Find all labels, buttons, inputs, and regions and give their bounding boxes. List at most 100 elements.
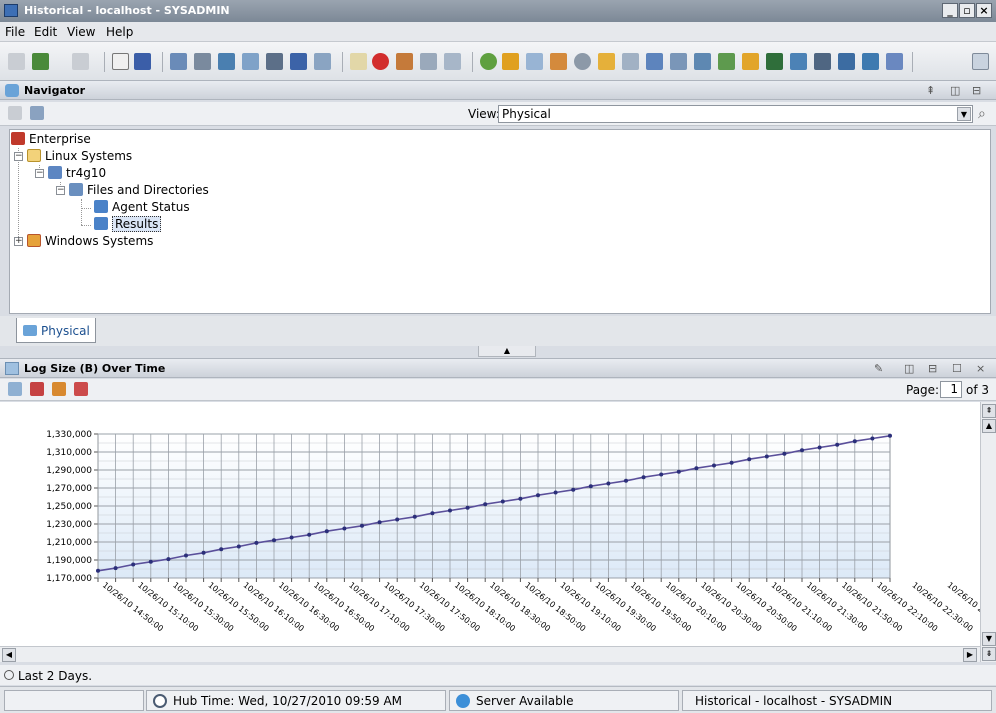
data-point xyxy=(641,475,646,480)
terminal-view-icon[interactable] xyxy=(766,53,783,70)
chart-panel-header: Log Size (B) Over Time ✎ ◫ ⊟ ☐ × xyxy=(0,358,996,378)
close-button[interactable]: × xyxy=(976,3,992,18)
vertical-scrollbar[interactable]: ⇞ ▲ ▼ ⇟ xyxy=(980,402,996,662)
tab-physical[interactable]: Physical xyxy=(16,318,96,343)
timeline-icon[interactable] xyxy=(838,53,855,70)
scroll-bottom-icon[interactable]: ⇟ xyxy=(982,647,996,661)
menu-help[interactable]: Help xyxy=(106,25,133,39)
back-arrow-icon[interactable] xyxy=(32,53,49,70)
splitter[interactable]: ▲ xyxy=(0,346,996,358)
tree-item-agent-status[interactable]: Agent Status xyxy=(94,200,190,217)
view-select[interactable]: Physical ▼ xyxy=(498,105,973,123)
workspace-icon[interactable] xyxy=(242,53,259,70)
link-view-icon[interactable] xyxy=(74,382,88,396)
y-tick-label: 1,230,000 xyxy=(46,520,92,530)
browser-icon[interactable] xyxy=(790,53,807,70)
data-point xyxy=(536,493,540,498)
plot-chart-icon[interactable] xyxy=(526,53,543,70)
x-tick-label: 10/26/10 15:30:00 xyxy=(171,580,235,633)
menu-edit[interactable]: Edit xyxy=(34,25,57,39)
formula-icon[interactable] xyxy=(52,382,66,396)
common-event-icon[interactable] xyxy=(862,53,879,70)
menu-file[interactable]: File xyxy=(5,25,25,39)
navigator-title: Navigator xyxy=(24,84,86,97)
new-document-icon[interactable] xyxy=(112,53,129,70)
minimize-button[interactable]: _ xyxy=(942,3,958,18)
properties-icon[interactable] xyxy=(170,53,187,70)
link-icon[interactable] xyxy=(218,53,235,70)
data-point xyxy=(588,484,593,489)
split-horizontal-icon[interactable]: ⊟ xyxy=(928,362,937,375)
data-point xyxy=(764,454,769,459)
split-horizontal-icon[interactable]: ⊟ xyxy=(972,84,981,97)
enterprise-icon xyxy=(11,132,25,145)
notepad-icon[interactable] xyxy=(622,53,639,70)
refresh-icon[interactable] xyxy=(396,53,413,70)
tree-item-files-directories[interactable]: Files and Directories xyxy=(69,183,209,200)
navigator-tree: Enterprise − Linux Systems − tr4g10 − Fi… xyxy=(9,129,991,314)
pause-icon[interactable] xyxy=(350,53,367,70)
folder-alert-icon xyxy=(27,234,41,247)
time-span-icon[interactable] xyxy=(30,382,44,396)
view-properties-icon[interactable] xyxy=(8,382,22,396)
tree-item-host[interactable]: tr4g10 xyxy=(48,166,106,183)
expand-host-icon[interactable]: − xyxy=(35,169,44,178)
split-vertical-icon[interactable]: ◫ xyxy=(904,362,914,375)
terminal-icon[interactable] xyxy=(290,53,307,70)
take-action-icon[interactable] xyxy=(742,53,759,70)
chevron-down-icon[interactable]: ▼ xyxy=(957,107,971,121)
message-log-icon[interactable] xyxy=(670,53,687,70)
restore-view-icon[interactable] xyxy=(972,53,989,70)
thermometer-icon[interactable] xyxy=(598,53,615,70)
calculator-icon[interactable] xyxy=(420,53,437,70)
chevron-up-icon[interactable]: ▲ xyxy=(478,346,536,357)
search-icon[interactable]: ⌕ xyxy=(978,106,986,122)
scroll-down-icon[interactable]: ▼ xyxy=(982,632,996,646)
edit-icon[interactable] xyxy=(194,53,211,70)
tree-item-linux-systems[interactable]: Linux Systems xyxy=(27,149,132,166)
topology-icon[interactable] xyxy=(814,53,831,70)
home-icon[interactable] xyxy=(8,53,25,70)
tree-item-results[interactable]: Results xyxy=(94,216,162,234)
page-input[interactable]: 1 xyxy=(940,381,962,398)
close-icon[interactable]: × xyxy=(976,362,985,375)
horizontal-scrollbar[interactable]: ◀ ▶ xyxy=(0,646,980,662)
expand-windows-icon[interactable]: + xyxy=(14,237,23,246)
tivoli-icon[interactable] xyxy=(886,53,903,70)
area-chart-icon[interactable] xyxy=(550,53,567,70)
expand-files-icon[interactable]: − xyxy=(56,186,65,195)
layout-icon[interactable] xyxy=(314,53,331,70)
menu-view[interactable]: View xyxy=(67,25,95,39)
user-icon[interactable] xyxy=(266,53,283,70)
tools-icon[interactable] xyxy=(444,53,461,70)
edit-pencil-icon[interactable]: ✎ xyxy=(874,362,883,375)
data-point xyxy=(518,496,523,501)
navigator-icon xyxy=(23,325,37,336)
edit-navigator-icon[interactable] xyxy=(30,106,44,120)
table-icon[interactable] xyxy=(646,53,663,70)
gauge-icon[interactable] xyxy=(574,53,591,70)
tree-item-windows-systems[interactable]: Windows Systems xyxy=(27,234,153,251)
stop-icon[interactable] xyxy=(372,53,389,70)
expand-linux-icon[interactable]: − xyxy=(14,152,23,161)
tree-item-enterprise[interactable]: Enterprise xyxy=(11,132,91,149)
graphic-view-icon[interactable] xyxy=(718,53,735,70)
data-point xyxy=(800,448,804,453)
scroll-left-icon[interactable]: ◀ xyxy=(2,648,16,662)
split-vertical-icon[interactable]: ◫ xyxy=(950,84,960,97)
pie-chart-icon[interactable] xyxy=(480,53,497,70)
up-arrow-icon[interactable] xyxy=(8,106,22,120)
data-point xyxy=(448,508,452,513)
scroll-top-icon[interactable]: ⇞ xyxy=(982,404,996,418)
scroll-up-icon[interactable]: ▲ xyxy=(982,419,996,433)
maximize-button[interactable]: ▫ xyxy=(959,3,975,18)
maximize-icon[interactable]: ☐ xyxy=(952,362,962,375)
bar-chart-icon[interactable] xyxy=(502,53,519,70)
forward-arrow-icon[interactable] xyxy=(72,53,89,70)
save-icon[interactable] xyxy=(134,53,151,70)
event-console-icon[interactable] xyxy=(694,53,711,70)
collapse-icon[interactable]: ⇞ xyxy=(926,84,935,97)
data-point xyxy=(606,481,611,486)
scroll-right-icon[interactable]: ▶ xyxy=(963,648,977,662)
x-tick-label: 10/26/10 16:10:00 xyxy=(242,580,306,633)
